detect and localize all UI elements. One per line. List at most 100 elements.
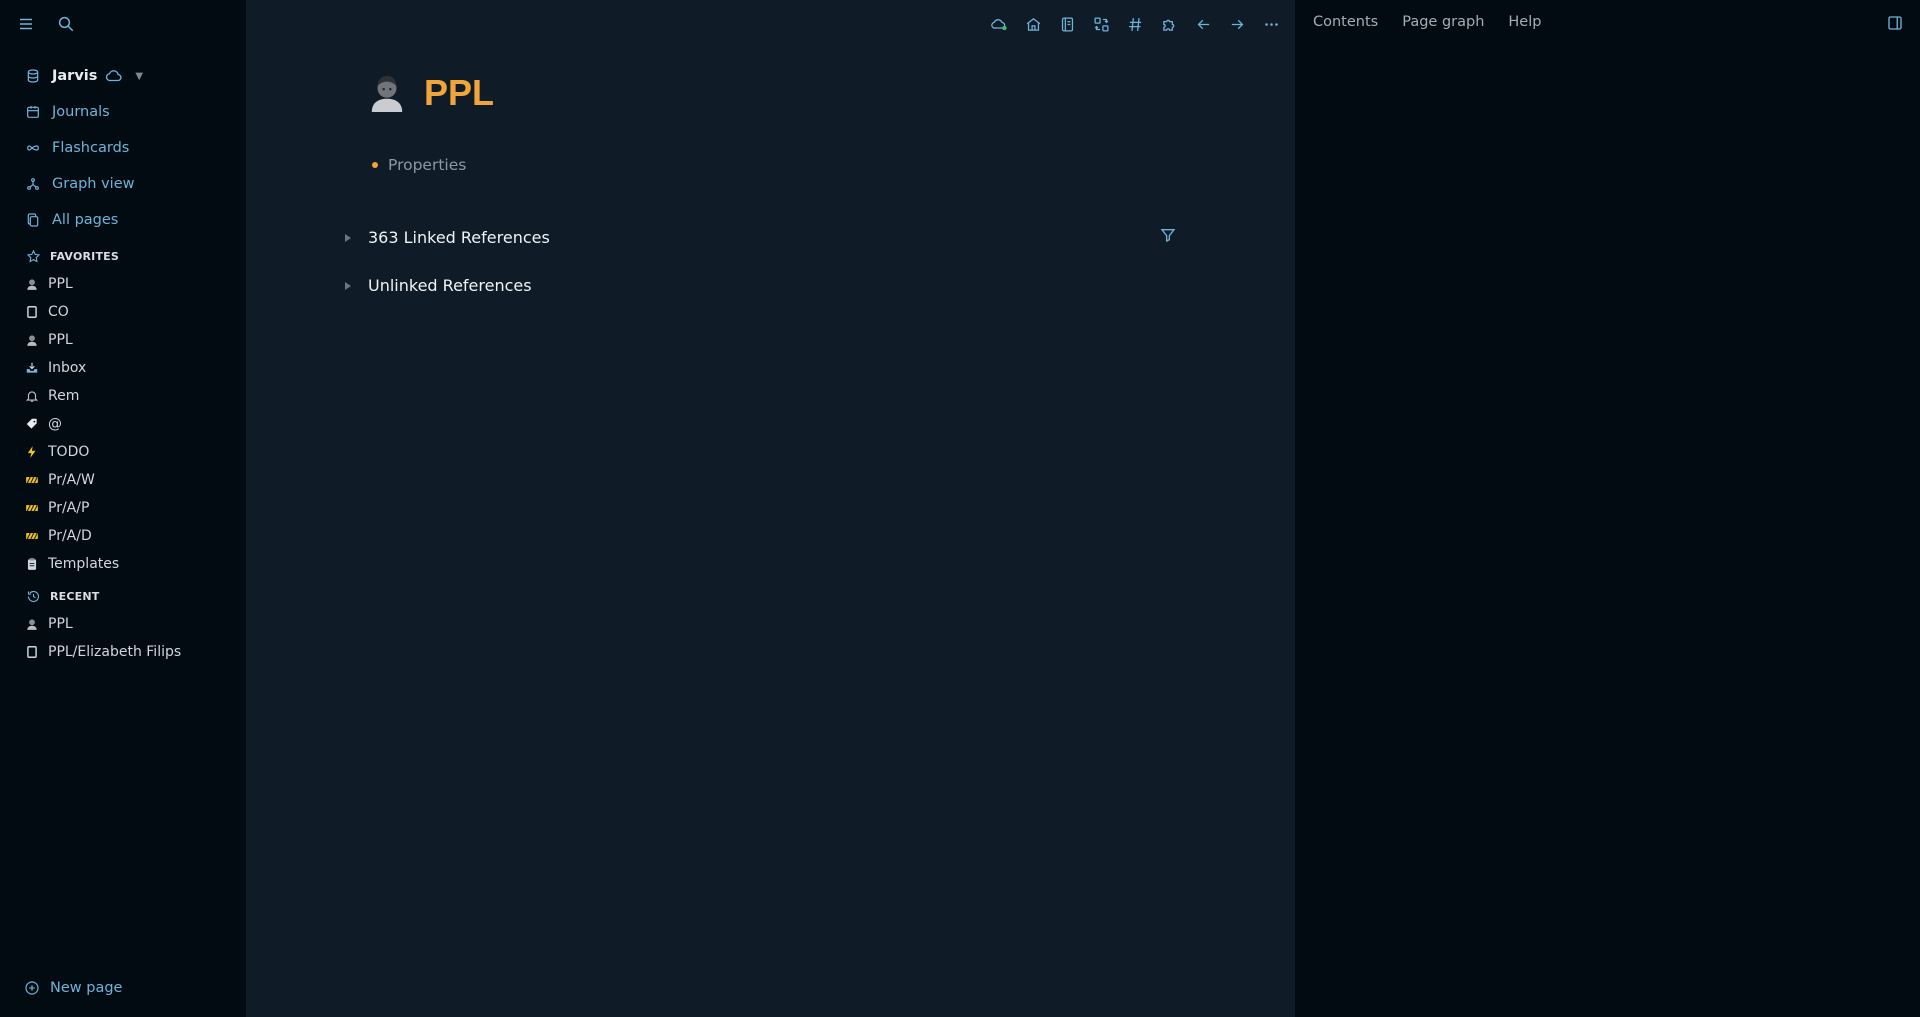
files-icon xyxy=(24,211,42,229)
tab-help[interactable]: Help xyxy=(1508,14,1541,30)
graph-selector[interactable]: Jarvis ▼ xyxy=(0,58,246,94)
sync-cloud-icon[interactable] xyxy=(987,12,1011,36)
favorite-item[interactable]: Rem xyxy=(0,382,246,410)
favorite-label: Inbox xyxy=(48,360,87,376)
bell-icon xyxy=(25,389,39,403)
linked-references-toggle[interactable]: 363 Linked References xyxy=(344,228,550,247)
app-window: Jarvis ▼ Journals Flashcards Graph view … xyxy=(0,0,1920,1017)
barrier-icon xyxy=(25,473,39,487)
recent-label: PPL xyxy=(48,616,73,632)
more-icon[interactable] xyxy=(1259,12,1283,36)
tab-page-graph[interactable]: Page graph xyxy=(1402,14,1484,30)
menu-icon[interactable] xyxy=(14,12,38,36)
sidebar-item-label: Journals xyxy=(52,104,110,120)
sidebar-top-controls xyxy=(14,12,78,36)
sidebar-item-label: Flashcards xyxy=(52,140,130,156)
block-bullet[interactable] xyxy=(372,162,378,168)
notebook-icon xyxy=(25,305,39,319)
arrow-right-icon[interactable] xyxy=(1225,12,1249,36)
filter-icon[interactable] xyxy=(1160,227,1176,243)
arrow-left-icon[interactable] xyxy=(1191,12,1215,36)
unlinked-references-toggle[interactable]: Unlinked References xyxy=(344,276,532,295)
favorites-list: PPL CO PPL Inbox Rem @ TODO Pr/A/W Pr/A/… xyxy=(0,270,246,578)
favorite-item[interactable]: Pr/A/D xyxy=(0,522,246,550)
favorite-item[interactable]: PPL xyxy=(0,270,246,298)
cloud-icon xyxy=(106,70,122,82)
favorite-item[interactable]: Pr/A/P xyxy=(0,494,246,522)
page-header: PPL xyxy=(368,72,494,114)
caret-right-icon xyxy=(345,281,351,290)
notebook-icon[interactable] xyxy=(1055,12,1079,36)
toggle-right-sidebar-icon[interactable] xyxy=(1886,14,1904,32)
tab-contents[interactable]: Contents xyxy=(1313,14,1378,30)
favorite-item[interactable]: Templates xyxy=(0,550,246,578)
favorite-label: Pr/A/P xyxy=(48,500,90,516)
favorite-item[interactable]: CO xyxy=(0,298,246,326)
chevron-down-icon[interactable]: ▼ xyxy=(135,71,143,82)
properties-block[interactable]: Properties xyxy=(372,156,466,174)
person-icon xyxy=(368,72,406,114)
favorite-label: Pr/A/W xyxy=(48,472,95,488)
favorite-item[interactable]: Pr/A/W xyxy=(0,466,246,494)
hierarchy-icon xyxy=(24,175,42,193)
right-sidebar: Contents Page graph Help xyxy=(1295,0,1920,1017)
favorite-item[interactable]: Inbox xyxy=(0,354,246,382)
recent-item[interactable]: PPL xyxy=(0,610,246,638)
database-icon xyxy=(24,67,42,85)
favorite-label: @ xyxy=(48,416,62,432)
favorite-item[interactable]: PPL xyxy=(0,326,246,354)
properties-placeholder: Properties xyxy=(388,156,467,174)
sidebar-item-graph-view[interactable]: Graph view xyxy=(0,166,246,202)
search-icon[interactable] xyxy=(54,12,78,36)
sidebar-item-flashcards[interactable]: Flashcards xyxy=(0,130,246,166)
person-icon xyxy=(25,277,39,291)
recent-header[interactable]: RECENT xyxy=(0,582,246,610)
infinity-icon xyxy=(24,139,42,157)
barrier-icon xyxy=(25,501,39,515)
label-icon xyxy=(25,417,39,431)
lightning-icon xyxy=(25,445,39,459)
favorite-label: PPL xyxy=(48,276,73,292)
favorite-label: Pr/A/D xyxy=(48,528,92,544)
person-icon xyxy=(25,333,39,347)
history-icon xyxy=(24,587,42,605)
sidebar-item-label: Graph view xyxy=(52,176,135,192)
favorite-label: TODO xyxy=(48,444,90,460)
favorites-title: FAVORITES xyxy=(50,249,119,263)
main-content: PPL Properties 363 Linked References Unl… xyxy=(246,0,1295,1017)
clipboard-icon xyxy=(25,557,39,571)
top-toolbar xyxy=(987,12,1283,36)
puzzle-icon[interactable] xyxy=(1157,12,1181,36)
graph-name: Jarvis xyxy=(52,68,98,84)
favorite-label: PPL xyxy=(48,332,73,348)
favorite-label: Templates xyxy=(48,556,120,572)
sidebar-item-all-pages[interactable]: All pages xyxy=(0,202,246,238)
recent-list: PPL PPL/Elizabeth Filips xyxy=(0,610,246,666)
barrier-icon xyxy=(25,529,39,543)
inbox-tray-icon xyxy=(25,361,39,375)
recent-item[interactable]: PPL/Elizabeth Filips xyxy=(0,638,246,666)
sidebar-item-journals[interactable]: Journals xyxy=(0,94,246,130)
star-icon xyxy=(24,247,42,265)
hashtag-icon[interactable] xyxy=(1123,12,1147,36)
recent-title: RECENT xyxy=(50,589,100,603)
sidebar-item-label: All pages xyxy=(52,212,119,228)
person-icon xyxy=(25,617,39,631)
new-page-label: New page xyxy=(50,980,123,996)
favorite-label: CO xyxy=(48,304,69,320)
home-icon[interactable] xyxy=(1021,12,1045,36)
unlinked-references-label: Unlinked References xyxy=(368,276,532,295)
switch-graph-icon[interactable] xyxy=(1089,12,1113,36)
favorite-label: Rem xyxy=(48,388,80,404)
linked-references-label: 363 Linked References xyxy=(368,228,550,247)
notebook-icon xyxy=(25,645,39,659)
right-sidebar-tabs: Contents Page graph Help xyxy=(1313,14,1541,30)
plus-circle-icon xyxy=(25,981,39,995)
favorite-item[interactable]: @ xyxy=(0,410,246,438)
recent-label: PPL/Elizabeth Filips xyxy=(48,644,182,660)
favorites-header[interactable]: FAVORITES xyxy=(0,242,246,270)
new-page-button[interactable]: New page xyxy=(24,980,122,996)
caret-right-icon xyxy=(345,233,351,242)
page-title[interactable]: PPL xyxy=(424,72,494,114)
favorite-item[interactable]: TODO xyxy=(0,438,246,466)
